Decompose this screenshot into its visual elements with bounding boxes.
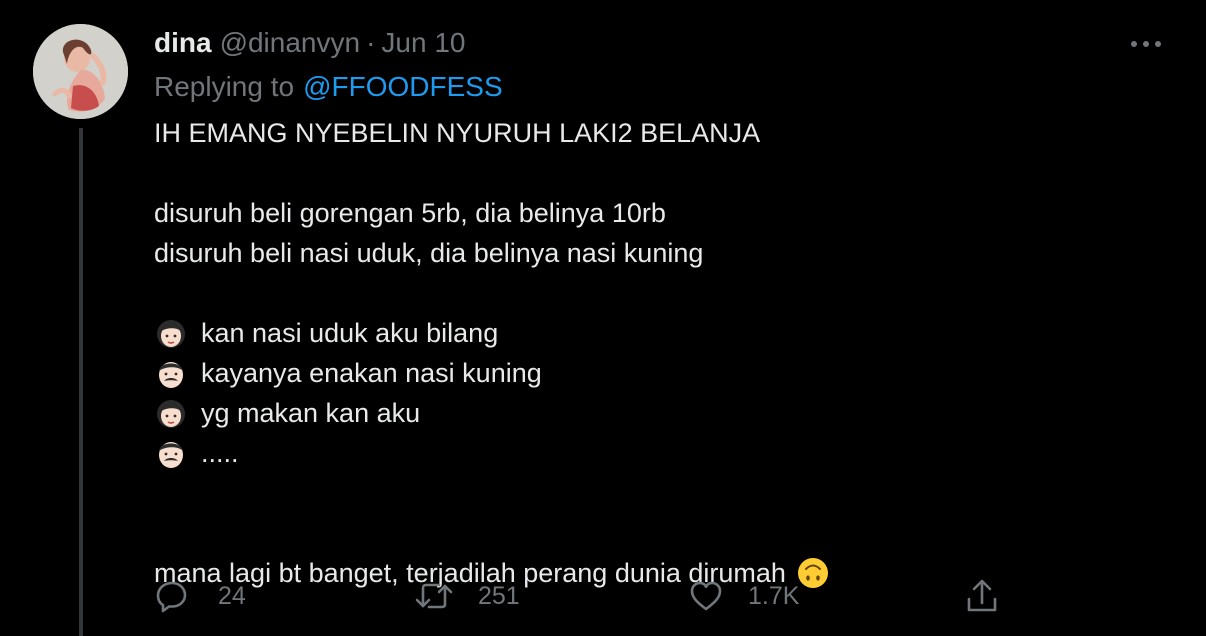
dialogue-text: kayanya enakan nasi kuning [201,358,542,388]
reply-button[interactable]: 24 [154,575,246,617]
dialogue-text: ..... [201,438,239,468]
dialogue-line: kayanya enakan nasi kuning [154,353,1154,393]
like-count: 1.7K [748,581,800,610]
dialogue-text: kan nasi uduk aku bilang [201,318,499,348]
heart-icon [690,581,722,611]
reply-bubble-icon [156,581,187,613]
author-name[interactable]: dina [154,27,212,59]
dialogue-line: yg makan kan aku [154,393,1154,433]
like-button[interactable]: 1.7K [688,575,799,617]
replying-to-label: Replying to [154,71,295,102]
dialogue-text: yg makan kan aku [201,398,421,428]
avatar[interactable] [33,24,128,119]
more-options-button[interactable] [1126,30,1166,58]
share-button[interactable] [964,575,1000,617]
woman-emoji-icon [157,320,185,348]
separator-dot: · [366,27,376,58]
retweet-count: 251 [478,581,520,610]
share-icon [967,579,997,612]
retweet-button[interactable]: 251 [414,575,520,617]
mention-link[interactable]: @FFOODFESS [303,71,503,103]
retweet-icon [415,583,453,609]
author-handle[interactable]: @dinanvyn [220,27,361,59]
dialogue-line: ..... [154,433,1154,473]
tweet-header: dina @dinanvyn · Jun 10 [154,24,465,62]
dialogue-line: kan nasi uduk aku bilang [154,313,1154,353]
text-line: IH EMANG NYEBELIN NYURUH LAKI2 BELANJA [154,118,761,148]
tweet: dina @dinanvyn · Jun 10 Replying to @FFO… [0,0,1206,636]
text-line: disuruh beli gorengan 5rb, dia belinya 1… [154,198,666,228]
man-emoji-icon [159,442,183,468]
text-line: disuruh beli nasi uduk, dia belinya nasi… [154,238,704,268]
more-dots-icon [1131,41,1161,47]
tweet-date[interactable]: Jun 10 [381,27,465,59]
thread-line [79,128,83,636]
woman-emoji-icon [157,400,185,428]
tweet-text: IH EMANG NYEBELIN NYURUH LAKI2 BELANJA d… [154,113,1154,593]
reply-count: 24 [218,581,246,610]
man-emoji-icon [159,362,183,388]
replying-to: Replying to @FFOODFESS [154,68,503,106]
avatar-photo [33,24,128,119]
tweet-actions: 24 251 1.7K [154,575,1034,617]
